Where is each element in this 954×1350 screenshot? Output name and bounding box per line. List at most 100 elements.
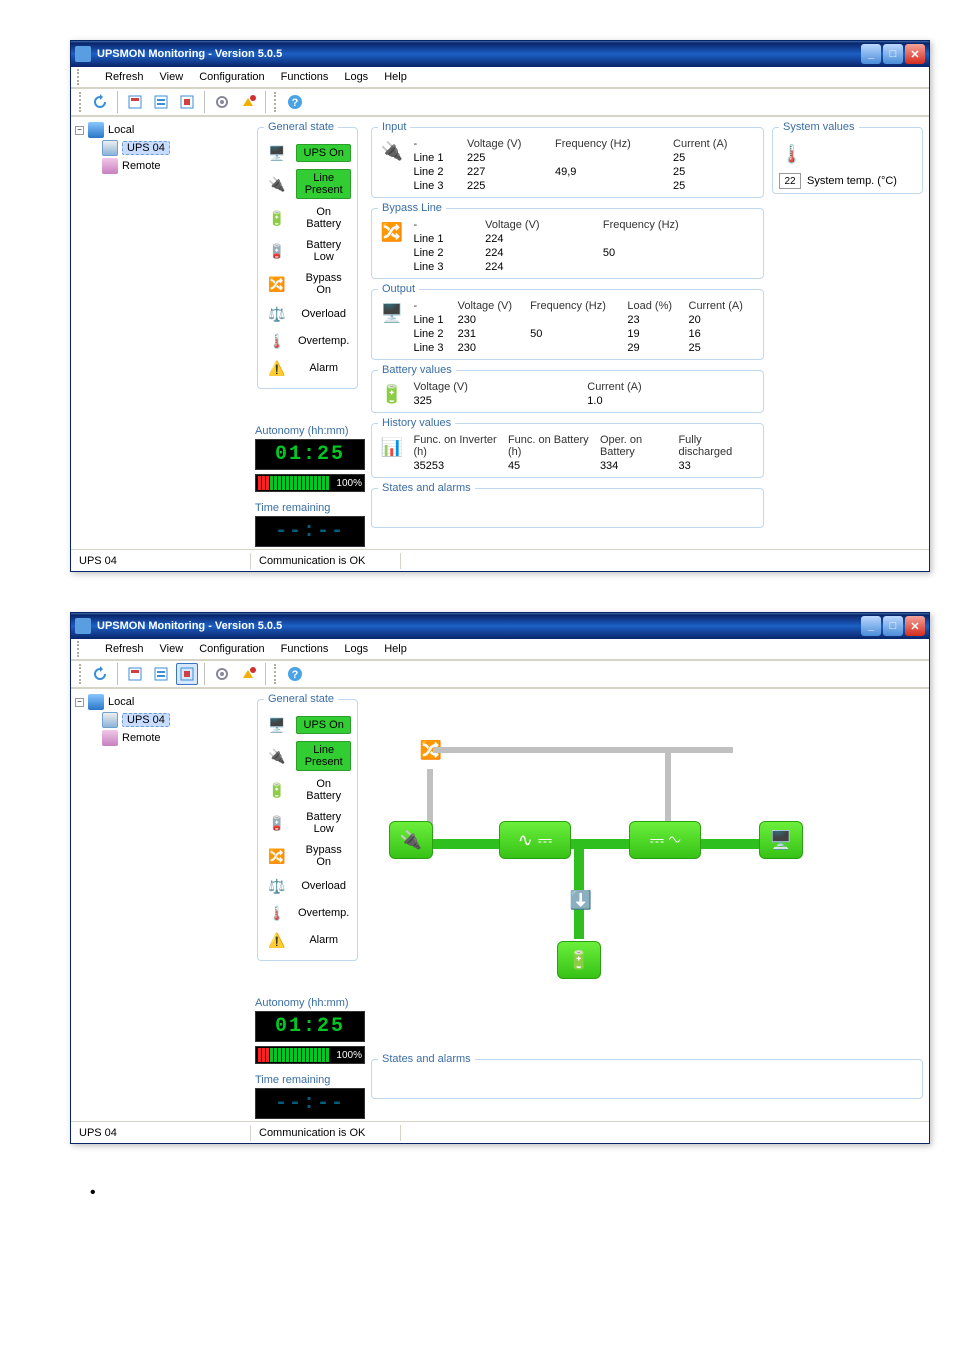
help-icon-2[interactable]: ? bbox=[284, 663, 306, 685]
power-diagram: 🔀 🔌 ∿ ⎓ ⎓ ∿ bbox=[369, 691, 925, 1051]
titlebar[interactable]: UPSMON Monitoring - Version 5.0.5 _ □ ✕ bbox=[71, 41, 929, 67]
overtemp-label-2: Overtemp. bbox=[296, 905, 351, 921]
general-state-group: General state 🖥️UPS On 🔌Line Present 🔋On… bbox=[257, 121, 358, 389]
menu-functions-2[interactable]: Functions bbox=[275, 641, 335, 657]
tree-root-2[interactable]: −Local bbox=[75, 693, 247, 711]
bypass-group: Bypass Line 🔀 -Voltage (V)Frequency (Hz)… bbox=[371, 202, 764, 279]
minimize-button[interactable]: _ bbox=[861, 44, 881, 64]
on-battery-icon-2: 🔋 bbox=[264, 779, 290, 801]
refresh-icon-2[interactable] bbox=[89, 663, 111, 685]
client-area-2: −Local UPS 04 Remote General state 🖥️UPS… bbox=[71, 689, 929, 1121]
autonomy-bar-2: 100% bbox=[255, 1046, 365, 1064]
menu-logs-2[interactable]: Logs bbox=[338, 641, 374, 657]
diagram-input-node[interactable]: 🔌 bbox=[389, 821, 433, 859]
toolbar-handle-1[interactable] bbox=[79, 92, 83, 112]
view-diagram-icon-2[interactable] bbox=[176, 663, 198, 685]
diagram-bypass-h-line bbox=[433, 747, 733, 753]
output-legend: Output bbox=[378, 283, 419, 295]
alarm-toggle-icon[interactable] bbox=[237, 91, 259, 113]
menu-configuration-2[interactable]: Configuration bbox=[193, 641, 270, 657]
menu-functions[interactable]: Functions bbox=[275, 69, 335, 85]
diagram-inverter-node[interactable]: ⎓ ∿ bbox=[629, 821, 701, 859]
diagram-bypass-v-line bbox=[665, 753, 671, 825]
overtemp-icon: 🌡️ bbox=[264, 330, 290, 352]
maximize-button[interactable]: □ bbox=[883, 44, 903, 64]
toolbar-handle-2b[interactable] bbox=[274, 664, 278, 684]
help-icon[interactable]: ? bbox=[284, 91, 306, 113]
autonomy-pct: 100% bbox=[336, 478, 362, 489]
menu-help[interactable]: Help bbox=[378, 69, 413, 85]
battery-legend: Battery values bbox=[378, 364, 456, 376]
tree-item-remote[interactable]: Remote bbox=[89, 157, 247, 175]
menu-refresh-2[interactable]: Refresh bbox=[99, 641, 150, 657]
minimize-button-2[interactable]: _ bbox=[861, 616, 881, 636]
battery-low-label: Battery Low bbox=[296, 237, 351, 265]
view-detail-icon[interactable] bbox=[124, 91, 146, 113]
alarm-toggle-icon-2[interactable] bbox=[237, 663, 259, 685]
bypass-on-icon: 🔀 bbox=[264, 273, 290, 295]
input-icon: 🔌 bbox=[378, 137, 406, 165]
settings-icon[interactable] bbox=[211, 91, 233, 113]
history-group: History values 📊 Func. on Inverter (h)Fu… bbox=[371, 417, 764, 478]
menu-configuration[interactable]: Configuration bbox=[193, 69, 270, 85]
diagram-battery-node[interactable]: 🔋 bbox=[557, 941, 601, 979]
toolbar-handle-2[interactable] bbox=[274, 92, 278, 112]
states-alarms-group-2: States and alarms bbox=[371, 1053, 923, 1099]
right-column: System values 🌡️ 22 System temp. (°C) bbox=[770, 119, 925, 196]
panel-area: General state 🖥️UPS On 🔌Line Present 🔋On… bbox=[251, 117, 929, 549]
thermometer-icon: 🌡️ bbox=[779, 141, 805, 167]
tree-item-ups-2[interactable]: UPS 04 bbox=[89, 711, 247, 729]
menu-logs[interactable]: Logs bbox=[338, 69, 374, 85]
autonomy-pct-2: 100% bbox=[336, 1050, 362, 1061]
tree-root-label-2: Local bbox=[108, 696, 134, 708]
menubar-handle[interactable] bbox=[77, 69, 91, 85]
window-detail-view: UPSMON Monitoring - Version 5.0.5 _ □ ✕ … bbox=[70, 40, 930, 572]
view-list-icon-2[interactable] bbox=[150, 663, 172, 685]
tree-root[interactable]: −Local bbox=[75, 121, 247, 139]
refresh-icon[interactable] bbox=[89, 91, 111, 113]
close-button-2[interactable]: ✕ bbox=[905, 616, 925, 636]
tree-item-ups[interactable]: UPS 04 bbox=[89, 139, 247, 157]
battery-low-label-2: Battery Low bbox=[296, 809, 351, 837]
window-diagram-view: UPSMON Monitoring - Version 5.0.5 _ □ ✕ … bbox=[70, 612, 930, 1144]
menu-help-2[interactable]: Help bbox=[378, 641, 413, 657]
tree-item-remote-2[interactable]: Remote bbox=[89, 729, 247, 747]
bypass-on-label-2: Bypass On bbox=[296, 842, 351, 870]
overload-icon: ⚖️ bbox=[264, 303, 290, 325]
toolbar-handle-2a[interactable] bbox=[79, 664, 83, 684]
system-temp-value: 22 bbox=[779, 173, 801, 189]
diagram-rectifier-node[interactable]: ∿ ⎓ bbox=[499, 821, 571, 859]
system-values-group: System values 🌡️ 22 System temp. (°C) bbox=[772, 121, 923, 194]
bypass-table: -Voltage (V)Frequency (Hz) Line 1224 Lin… bbox=[410, 218, 758, 274]
diagram-output-node[interactable]: 🖥️ bbox=[759, 821, 803, 859]
states-alarms-legend: States and alarms bbox=[378, 482, 475, 494]
menubar-handle-2[interactable] bbox=[77, 641, 91, 657]
on-battery-label: On Battery bbox=[296, 204, 351, 232]
view-list-icon[interactable] bbox=[150, 91, 172, 113]
view-detail-icon-2[interactable] bbox=[124, 663, 146, 685]
autonomy-head: Autonomy (hh:mm) bbox=[255, 425, 365, 437]
battery-low-icon-2: 🪫 bbox=[264, 812, 290, 834]
titlebar-2[interactable]: UPSMON Monitoring - Version 5.0.5 _ □ ✕ bbox=[71, 613, 929, 639]
client-area: −Local UPS 04 Remote General state 🖥️UPS… bbox=[71, 117, 929, 549]
diagram-charger-node[interactable]: ⬇️ bbox=[559, 881, 603, 919]
status-device: UPS 04 bbox=[71, 553, 251, 569]
menu-view[interactable]: View bbox=[154, 69, 190, 85]
line-present-label: Line Present bbox=[296, 169, 351, 199]
system-temp-label: System temp. (°C) bbox=[807, 175, 897, 187]
general-state-legend: General state bbox=[264, 121, 338, 133]
ups-on-label: UPS On bbox=[296, 144, 351, 162]
menu-view-2[interactable]: View bbox=[154, 641, 190, 657]
close-button[interactable]: ✕ bbox=[905, 44, 925, 64]
window-title: UPSMON Monitoring - Version 5.0.5 bbox=[97, 48, 282, 60]
bypass-on-label: Bypass On bbox=[296, 270, 351, 298]
maximize-button-2[interactable]: □ bbox=[883, 616, 903, 636]
settings-icon-2[interactable] bbox=[211, 663, 233, 685]
menu-refresh[interactable]: Refresh bbox=[99, 69, 150, 85]
on-battery-icon: 🔋 bbox=[264, 207, 290, 229]
view-diagram-icon[interactable] bbox=[176, 91, 198, 113]
input-table: -Voltage (V)Frequency (Hz)Current (A) Li… bbox=[410, 137, 758, 193]
menubar-2: Refresh View Configuration Functions Log… bbox=[71, 639, 929, 661]
status-comm: Communication is OK bbox=[251, 553, 401, 569]
device-tree-2: −Local UPS 04 Remote bbox=[71, 689, 251, 1121]
